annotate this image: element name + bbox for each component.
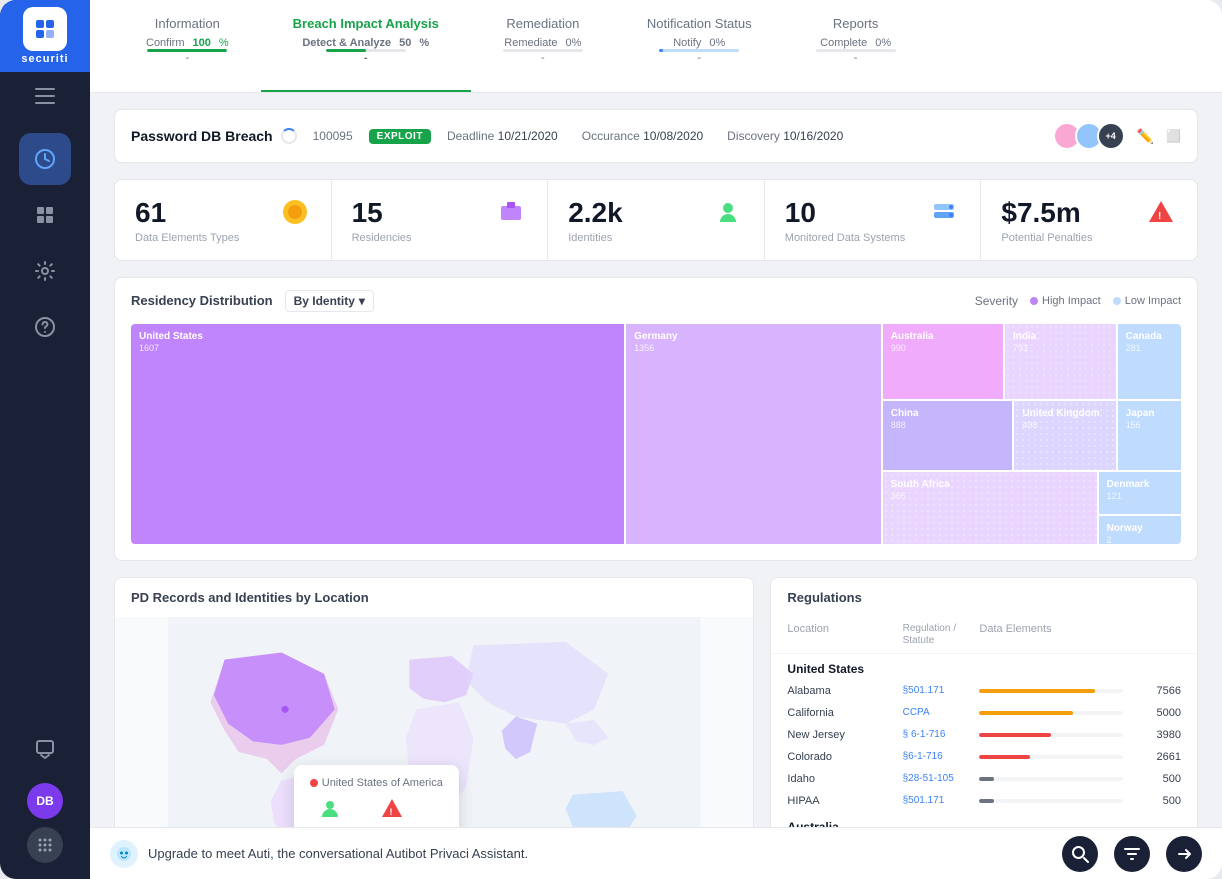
menu-toggle[interactable] [0,72,90,125]
sidebar-item-settings[interactable] [19,245,71,297]
treemap-cell-china[interactable]: China 888 [883,401,1013,470]
app-container: securiti [0,0,1222,879]
map-body: United States of America [115,617,753,827]
sidebar-item-dashboard[interactable] [19,189,71,241]
expand-button[interactable]: ⬜ [1166,129,1181,143]
svg-text:!: ! [389,807,392,817]
tooltip-identities: 100 Identities [310,797,350,827]
reg-group-australia: Australia [771,812,1197,827]
reg-table-header: Location Regulation / Statute Data Eleme… [771,617,1197,654]
metric-icon-4: ! [1145,196,1177,228]
treemap-right-col: Australia 990 India 793 Canada 281 [883,324,1181,544]
avatar-count: +4 [1097,122,1125,150]
treemap-cell-germany[interactable]: Germany 1356 [626,324,881,544]
reg-header: Regulations [771,578,1197,617]
sidebar-bottom: DB [19,707,71,879]
tab-breach[interactable]: Breach Impact Analysis Detect & Analyze … [261,0,471,92]
metric-icon-1 [495,196,527,228]
residency-distribution-card: Residency Distribution By Identity ▾ Sev… [114,277,1198,561]
treemap-cell-denmark[interactable]: Denmark 121 [1099,472,1181,515]
reg-row-colorado: Colorado §6-1-716 2661 [771,746,1197,768]
main-content: Information Confirm 100 % - Breach Impac… [90,0,1222,879]
logo-box [23,7,67,51]
severity-legend: High Impact Low Impact [1030,295,1181,307]
arrow-action-btn[interactable] [1166,836,1202,872]
tooltip-dot [310,779,318,787]
breach-id: 100095 [313,129,353,143]
bot-text: Upgrade to meet Auti, the conversational… [148,846,528,861]
breach-title-text: Password DB Breach [131,128,273,144]
sidebar-item-chat[interactable] [19,723,71,775]
avatar-grid[interactable] [27,827,63,863]
breach-meta: Deadline 10/21/2020 Occurance 10/08/2020… [447,129,843,143]
metric-data-systems: 10 Monitored Data Systems [765,180,982,260]
avatar-db[interactable]: DB [27,783,63,819]
loading-spinner [281,128,297,144]
map-section: PD Records and Identities by Location [114,577,754,827]
content-scroll[interactable]: Password DB Breach 100095 EXPLOIT Deadli… [90,93,1222,827]
metric-icon-3 [928,196,960,228]
tab-information[interactable]: Information Confirm 100 % - [114,0,261,92]
treemap: United States 1607 Germany 1356 [131,324,1181,544]
treemap-cell-south-africa[interactable]: South Africa 365 [883,472,1097,544]
tabs-bar: Information Confirm 100 % - Breach Impac… [90,0,1222,93]
treemap-cell-norway[interactable]: Norway 2 [1099,516,1181,543]
treemap-cell-india[interactable]: India 793 [1005,324,1116,399]
sidebar: securiti [0,0,90,879]
tab-notification[interactable]: Notification Status Notify 0% - [615,0,784,92]
reg-row-hipaa: HIPAA §501.171 500 [771,790,1197,812]
treemap-cell-us[interactable]: United States 1607 [131,324,624,544]
filter-action-btn[interactable] [1114,836,1150,872]
metrics-row: 61 Data Elements Types 15 Residencies [114,179,1198,261]
identity-filter-dropdown[interactable]: By Identity ▾ [285,290,374,312]
metric-icon-0 [279,196,311,228]
bottom-bar: Upgrade to meet Auti, the conversational… [90,827,1222,879]
treemap-cell-australia[interactable]: Australia 990 [883,324,1003,399]
treemap-container: United States 1607 Germany 1356 [115,324,1197,560]
reg-row-newjersey: New Jersey § 6-1-716 3980 [771,724,1197,746]
reg-group-us: United States [771,654,1197,680]
bot-actions [1062,836,1202,872]
treemap-cell-uk[interactable]: United Kingdom 498 [1014,401,1115,470]
reg-row-california: California CCPA 5000 [771,702,1197,724]
treemap-cell-japan[interactable]: Japan 156 [1118,401,1181,470]
map-tooltip: United States of America [294,765,459,827]
section-header-residency: Residency Distribution By Identity ▾ Sev… [115,278,1197,324]
exploit-badge: EXPLOIT [369,129,431,144]
sidebar-logo: securiti [0,0,90,72]
metric-icon-2 [712,196,744,228]
sidebar-nav [19,125,71,707]
treemap-cell-canada[interactable]: Canada 281 [1118,324,1181,399]
logo-icon [33,17,57,41]
sidebar-item-help[interactable] [19,301,71,353]
breach-header: Password DB Breach 100095 EXPLOIT Deadli… [114,109,1198,163]
tooltip-risk: ! High Risk Impact [366,797,418,827]
regulations-section: Regulations Location Regulation / Statut… [770,577,1198,827]
edit-button[interactable]: ✏️ [1133,124,1158,149]
brand-name: securiti [21,53,68,65]
metric-data-elements: 61 Data Elements Types [115,180,332,260]
tab-reports[interactable]: Reports Complete 0% - [784,0,928,92]
svg-text:!: ! [1158,211,1161,222]
reg-row-alabama: Alabama §501.171 7566 [771,680,1197,702]
metric-identities: 2.2k Identities [548,180,765,260]
bot-avatar [110,840,138,868]
avatar-stack: +4 [1053,122,1125,150]
bot-message: Upgrade to meet Auti, the conversational… [110,840,528,868]
bottom-section: PD Records and Identities by Location [114,577,1198,827]
reg-row-idaho: Idaho §28-51-105 500 [771,768,1197,790]
low-impact-dot [1113,297,1121,305]
metric-penalties: $7.5m Potential Penalties ! [981,180,1197,260]
search-action-btn[interactable] [1062,836,1098,872]
metric-residencies: 15 Residencies [332,180,549,260]
high-impact-dot [1030,297,1038,305]
map-header: PD Records and Identities by Location [115,578,753,617]
sidebar-item-privacy[interactable] [19,133,71,185]
tab-remediation[interactable]: Remediation Remediate 0% - [471,0,615,92]
